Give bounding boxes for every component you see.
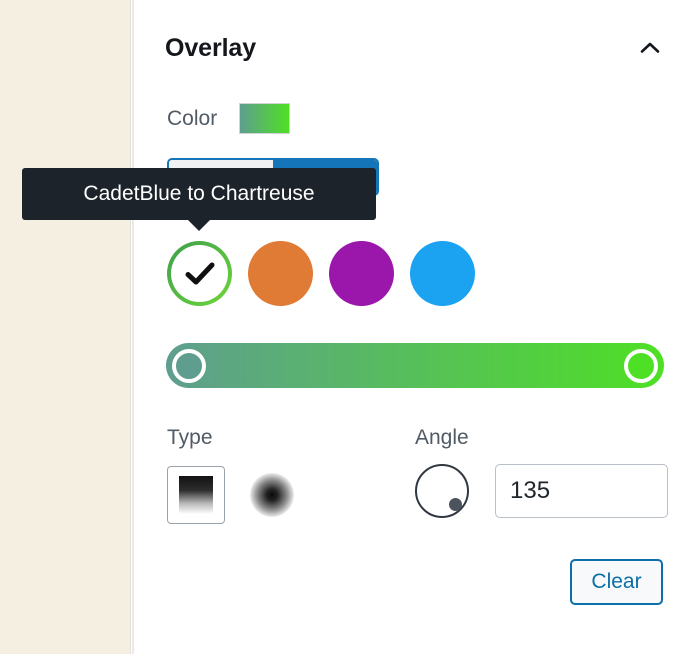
color-field-row: Color: [167, 103, 291, 134]
page-title: Overlay: [165, 33, 257, 62]
angle-field-group: Angle: [415, 426, 668, 518]
color-label: Color: [167, 106, 218, 130]
angle-controls: [415, 464, 668, 518]
type-field-group: Type: [167, 426, 294, 524]
angle-label: Angle: [415, 426, 469, 449]
type-options: [167, 466, 294, 524]
linear-gradient-icon: [179, 476, 213, 514]
overlay-settings-screen: Overlay Color Type Angle 135 Clear Cadet…: [0, 0, 694, 654]
type-label: Type: [167, 426, 213, 449]
tooltip-arrow: [188, 220, 210, 231]
gradient-range-slider[interactable]: [166, 343, 664, 388]
preset-swatch-list: [167, 241, 475, 306]
clear-button[interactable]: Clear: [570, 559, 663, 605]
angle-dial-handle[interactable]: [448, 497, 462, 511]
gradient-tooltip: CadetBlue to Chartreuse: [22, 168, 376, 231]
gradient-handle-start[interactable]: [172, 348, 206, 383]
gradient-handle-end[interactable]: [624, 348, 658, 383]
left-canvas-strip: [0, 0, 131, 654]
overlay-panel: Overlay Color Type Angle 135 Clear: [134, 0, 694, 654]
angle-input[interactable]: [495, 464, 668, 518]
overlay-section-header[interactable]: Overlay: [165, 28, 663, 68]
preset-swatch-1[interactable]: [248, 241, 313, 306]
preset-swatch-0[interactable]: [167, 241, 232, 306]
linear-gradient-option[interactable]: [167, 466, 225, 524]
radial-gradient-icon[interactable]: [250, 473, 294, 517]
angle-dial-icon[interactable]: [415, 464, 469, 518]
preset-swatch-2[interactable]: [329, 241, 394, 306]
check-icon: [185, 262, 214, 284]
tooltip-label: CadetBlue to Chartreuse: [83, 182, 315, 205]
color-swatch[interactable]: [239, 103, 291, 134]
preset-swatch-3[interactable]: [410, 241, 475, 306]
chevron-up-icon[interactable]: [637, 35, 663, 61]
